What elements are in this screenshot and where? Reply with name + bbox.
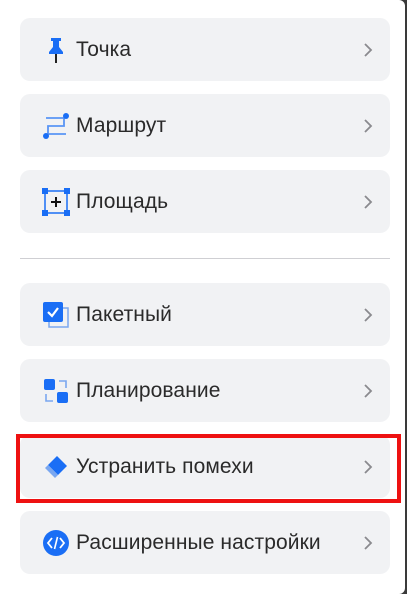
planning-icon — [42, 377, 70, 405]
menu-item-remove-interference[interactable]: Устранить помехи — [20, 435, 390, 498]
chevron-right-icon — [362, 535, 374, 551]
menu-item-label: Маршрут — [76, 113, 167, 137]
batch-checkbox-icon — [42, 301, 70, 329]
menu-item-label: Расширенные настройки — [76, 530, 321, 554]
menu-item-point[interactable]: Точка — [20, 18, 390, 81]
chevron-right-icon — [362, 194, 374, 210]
code-icon — [42, 529, 70, 557]
menu-item-label: Пакетный — [76, 302, 173, 326]
options-panel: Точка Маршрут Площадь Пакетный Планирова… — [0, 0, 405, 594]
chevron-right-icon — [362, 118, 374, 134]
section-divider — [20, 258, 390, 259]
menu-item-label: Планирование — [76, 378, 221, 402]
menu-item-label: Площадь — [76, 189, 169, 213]
menu-item-route[interactable]: Маршрут — [20, 94, 390, 157]
chevron-right-icon — [362, 383, 374, 399]
eraser-icon — [42, 453, 70, 481]
route-icon — [42, 112, 70, 140]
menu-item-label: Устранить помехи — [76, 454, 254, 478]
chevron-right-icon — [362, 459, 374, 475]
chevron-right-icon — [362, 307, 374, 323]
area-icon — [42, 187, 70, 216]
menu-item-area[interactable]: Площадь — [20, 170, 390, 233]
menu-item-advanced-settings[interactable]: Расширенные настройки — [20, 511, 390, 574]
menu-item-planning[interactable]: Планирование — [20, 359, 390, 422]
pin-icon — [42, 36, 70, 64]
menu-item-label: Точка — [76, 37, 132, 61]
menu-item-batch[interactable]: Пакетный — [20, 283, 390, 346]
chevron-right-icon — [362, 42, 374, 58]
